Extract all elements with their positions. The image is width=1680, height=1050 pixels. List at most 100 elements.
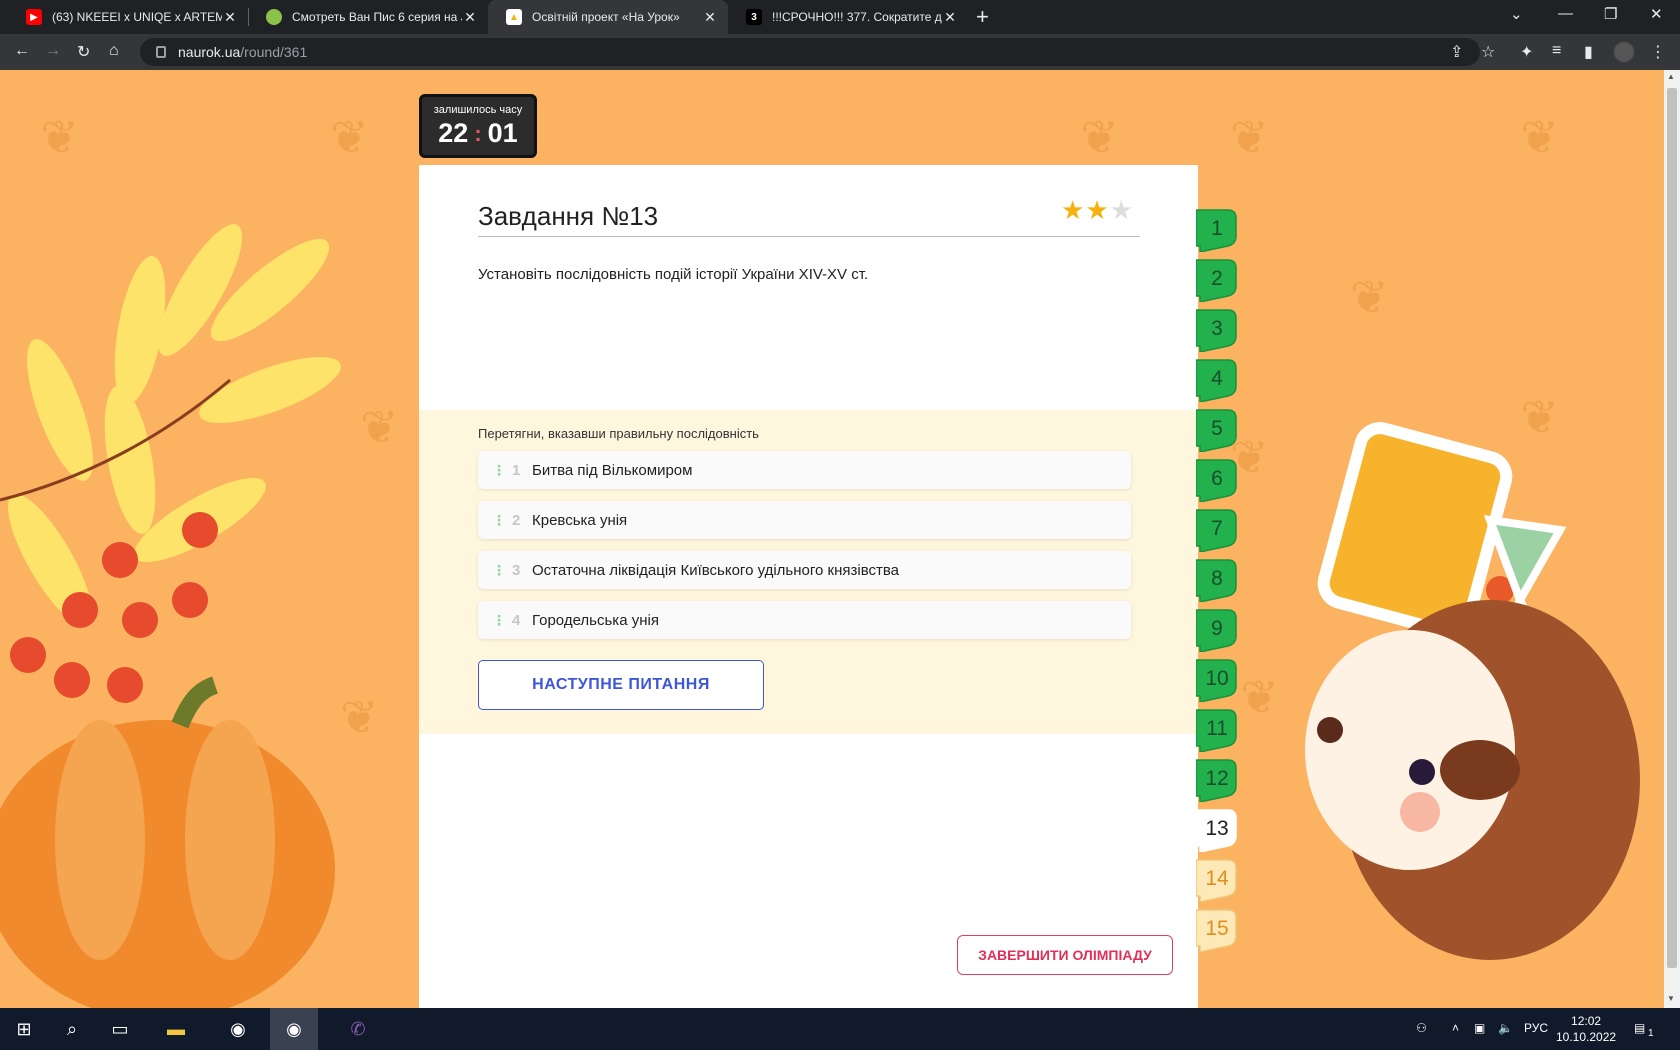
sortable-item[interactable]: ⋮ 2 Кревська унія xyxy=(478,501,1131,539)
browser-tab-anime[interactable]: Смотреть Ван Пис 6 серия на Ju ✕ xyxy=(248,0,488,34)
question-tab-11[interactable]: 11 xyxy=(1196,706,1238,752)
question-tab-number: 15 xyxy=(1205,917,1229,940)
question-card: Завдання №13 ★★★ Установіть послідовніст… xyxy=(419,165,1198,1008)
scroll-up-icon[interactable]: ▲ xyxy=(1667,72,1675,81)
chrome-profile-icon[interactable]: ◉ xyxy=(270,1008,318,1050)
reload-icon[interactable]: ↻ xyxy=(77,42,90,62)
taskbar-clock[interactable]: 12:02 10.10.2022 xyxy=(1556,1013,1616,1045)
close-icon[interactable]: ✕ xyxy=(222,9,238,26)
next-question-button[interactable]: НАСТУПНЕ ПИТАННЯ xyxy=(478,660,764,710)
item-index: 4 xyxy=(512,611,521,629)
question-tab-2[interactable]: 2 xyxy=(1196,256,1238,302)
question-tab-4[interactable]: 4 xyxy=(1196,356,1238,402)
question-tab-15[interactable]: 15 xyxy=(1196,906,1238,952)
timer-label: залишилось часу xyxy=(433,104,523,116)
home-icon[interactable]: ⌂ xyxy=(109,42,119,60)
question-tab-8[interactable]: 8 xyxy=(1196,556,1238,602)
timer-minutes: 22 xyxy=(438,118,469,148)
hedgehog-illustration xyxy=(1305,422,1640,960)
naurok-icon: ▲ xyxy=(506,9,522,25)
item-text: Кревська унія xyxy=(532,511,628,529)
chrome-icon[interactable]: ◉ xyxy=(214,1008,262,1050)
task-view-icon[interactable]: ▭ xyxy=(96,1008,144,1050)
drag-handle-icon[interactable]: ⋮ xyxy=(492,512,512,529)
question-tab-number: 8 xyxy=(1211,567,1223,590)
question-tab-1[interactable]: 1 xyxy=(1196,206,1238,252)
close-window-icon[interactable]: ✕ xyxy=(1650,5,1663,23)
back-icon[interactable]: ← xyxy=(14,42,30,60)
close-icon[interactable]: ✕ xyxy=(942,9,958,26)
windows-taskbar: ⊞ ⌕ ▭ ▬ ◉ ◉ ✆ ⚇ ˄ ▣ 🔈 РУС 12:02 10.10.20… xyxy=(0,1008,1680,1050)
sortable-item[interactable]: ⋮ 3 Остаточна ліквідація Київського уділ… xyxy=(478,551,1131,589)
question-tab-7[interactable]: 7 xyxy=(1196,506,1238,552)
question-tab-3[interactable]: 3 xyxy=(1196,306,1238,352)
close-icon[interactable]: ✕ xyxy=(702,9,718,26)
maple-leaf-icon: ❦ xyxy=(1080,111,1119,163)
close-icon[interactable]: ✕ xyxy=(462,9,478,26)
new-tab-button[interactable]: + xyxy=(976,4,989,30)
page-scrollbar[interactable]: ▲ ▼ xyxy=(1664,70,1680,1008)
tray-expand-icon[interactable]: ˄ xyxy=(1452,1021,1459,1035)
minimize-icon[interactable]: — xyxy=(1558,5,1573,22)
menu-icon[interactable]: ⋮ xyxy=(1650,42,1666,62)
maple-leaf-icon: ❦ xyxy=(360,401,399,453)
profile-avatar[interactable] xyxy=(1614,42,1634,62)
sortable-item[interactable]: ⋮ 1 Битва під Вількомиром xyxy=(478,451,1131,489)
question-tab-number: 1 xyxy=(1211,217,1223,240)
url-host: naurok.ua xyxy=(178,44,241,60)
search-icon[interactable]: ⌕ xyxy=(48,1008,96,1050)
question-tab-number: 2 xyxy=(1211,267,1223,290)
scroll-down-icon[interactable]: ▼ xyxy=(1667,994,1675,1003)
question-text: Установіть послідовність подій історії У… xyxy=(478,266,869,283)
question-tab-number: 10 xyxy=(1205,667,1229,690)
people-icon[interactable]: ⚇ xyxy=(1416,1021,1427,1035)
sortable-item[interactable]: ⋮ 4 Городельська унія xyxy=(478,601,1131,639)
drag-handle-icon[interactable]: ⋮ xyxy=(492,562,512,579)
drag-hint: Перетягни, вказавши правильну послідовні… xyxy=(478,426,759,441)
volume-icon[interactable]: 🔈 xyxy=(1498,1021,1513,1035)
url-path: /round/361 xyxy=(240,44,308,60)
tab-search-icon[interactable]: ⌄ xyxy=(1510,5,1523,23)
media-control-icon[interactable]: ≡ xyxy=(1552,42,1561,60)
item-index: 2 xyxy=(512,511,521,529)
maple-leaf-icon: ❦ xyxy=(1350,271,1389,323)
address-bar[interactable]: naurok.ua /round/361 xyxy=(140,38,1480,66)
item-index: 1 xyxy=(512,461,521,479)
side-panel-icon[interactable]: ▮ xyxy=(1584,42,1593,62)
scrollbar-thumb[interactable] xyxy=(1667,88,1677,968)
share-icon[interactable]: ⇪ xyxy=(1450,42,1463,62)
title-divider xyxy=(478,236,1140,237)
question-tab-10[interactable]: 10 xyxy=(1196,656,1238,702)
windows-start-icon[interactable]: ⊞ xyxy=(0,1008,48,1050)
star-filled-icon: ★ xyxy=(1085,195,1110,225)
question-tab-13[interactable]: 13 xyxy=(1196,806,1238,852)
tab-title: Освітній проект «На Урок» xyxy=(532,10,680,24)
viber-icon[interactable]: ✆ xyxy=(334,1008,382,1050)
restore-icon[interactable]: ❐ xyxy=(1604,5,1617,23)
keyboard-language[interactable]: РУС xyxy=(1524,1021,1548,1035)
browser-tab-znanija[interactable]: 3 !!!СРОЧНО!!! 377. Сократите др ✕ xyxy=(728,0,968,34)
notifications-icon[interactable]: ▤ xyxy=(1634,1021,1645,1035)
extensions-icon[interactable]: ✦ xyxy=(1520,42,1533,62)
question-tab-9[interactable]: 9 xyxy=(1196,606,1238,652)
browser-tab-youtube[interactable]: ▶ (63) NKEEEI x UNIQE x ARTEM SH ✕ xyxy=(8,0,248,34)
forward-icon[interactable]: → xyxy=(45,42,61,60)
drag-handle-icon[interactable]: ⋮ xyxy=(492,612,512,629)
maple-leaf-icon: ❦ xyxy=(1520,111,1559,163)
file-explorer-icon[interactable]: ▬ xyxy=(152,1008,200,1050)
question-tab-5[interactable]: 5 xyxy=(1196,406,1238,452)
finish-olympiad-button[interactable]: ЗАВЕРШИТИ ОЛІМПІАДУ xyxy=(957,935,1173,975)
browser-tab-naurok[interactable]: ▲ Освітній проект «На Урок» ✕ xyxy=(488,0,728,34)
countdown-timer: залишилось часу 22 : 01 xyxy=(419,94,537,158)
drag-handle-icon[interactable]: ⋮ xyxy=(492,462,512,479)
bookmark-star-icon[interactable]: ☆ xyxy=(1481,42,1495,62)
znanija-icon: 3 xyxy=(746,9,762,25)
item-index: 3 xyxy=(512,561,521,579)
youtube-icon: ▶ xyxy=(26,9,42,25)
network-icon[interactable]: ▣ xyxy=(1474,1021,1485,1035)
question-tab-number: 13 xyxy=(1205,817,1229,840)
question-tab-12[interactable]: 12 xyxy=(1196,756,1238,802)
question-tab-6[interactable]: 6 xyxy=(1196,456,1238,502)
question-tab-14[interactable]: 14 xyxy=(1196,856,1238,902)
item-text: Битва під Вількомиром xyxy=(532,461,693,479)
